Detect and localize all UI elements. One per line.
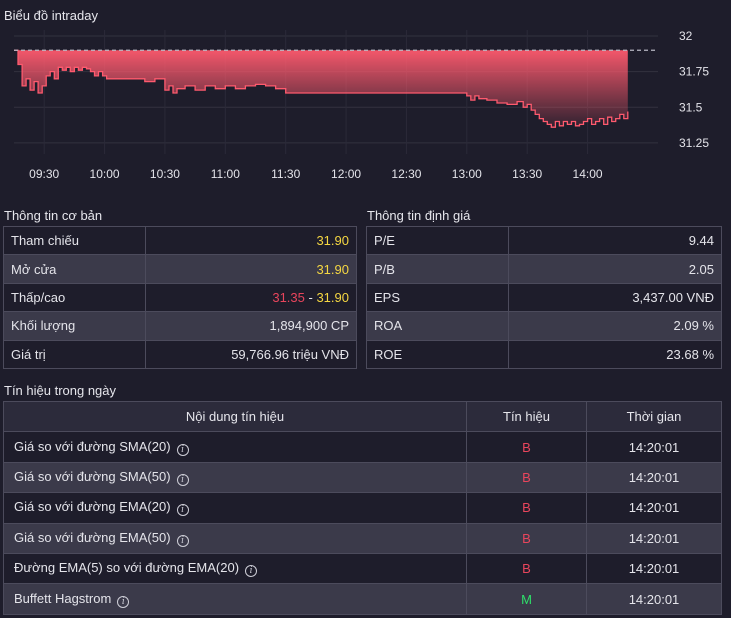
signals-table: Nội dung tín hiệu Tín hiệu Thời gian Giá…	[3, 400, 722, 615]
info-icon[interactable]: i	[117, 595, 130, 608]
signal-content: Giá so với đường SMA(50)	[14, 468, 171, 484]
intraday-chart[interactable]: 32 31.75 31.5 31.25 09:30 10:00 10:30 11:00 11:…	[0, 0, 731, 200]
row-label: Tham chiếu	[3, 225, 146, 256]
info-icon[interactable]: i	[176, 443, 189, 456]
x-tick-label: 14:00	[573, 167, 603, 181]
roe-value: 23.68 %	[508, 339, 722, 369]
y-tick-label: 32	[679, 29, 693, 43]
signals-header-row: Nội dung tín hiệu Tín hiệu Thời gian	[3, 400, 722, 433]
basic-row-low-high: Thấp/cao 31.35 - 31.90	[3, 282, 357, 313]
basic-info-title: Thông tin cơ bản	[4, 208, 103, 223]
y-tick-label: 31.75	[679, 65, 709, 79]
basic-row-value: Giá trị 59,766.96 triệu VNĐ	[3, 339, 357, 369]
header-time: Thời gian	[586, 400, 722, 433]
valuation-row-eps: EPS 3,437.00 VNĐ	[366, 282, 722, 313]
signal-content-cell: Giá so với đường SMA(50) i	[3, 461, 467, 494]
row-label: ROA	[366, 311, 509, 341]
row-label: P/E	[366, 225, 509, 256]
signal-content-cell: Đường EMA(5) so với đường EMA(20) i	[3, 552, 467, 585]
volume-value: 1,894,900 CP	[145, 311, 357, 341]
valuation-row-pb: P/B 2.05	[366, 254, 722, 284]
header-content: Nội dung tín hiệu	[3, 400, 467, 433]
valuation-row-pe: P/E 9.44	[366, 225, 722, 256]
reference-price: 31.90	[145, 225, 357, 256]
low-price: 31.35	[272, 289, 305, 305]
signal-value: B	[466, 461, 587, 494]
signal-value: B	[466, 522, 587, 554]
row-label: Mở cửa	[3, 254, 146, 284]
row-label: Thấp/cao	[3, 282, 146, 313]
basic-row-volume: Khối lượng 1,894,900 CP	[3, 311, 357, 341]
x-tick-label: 10:30	[150, 167, 180, 181]
x-tick-label: 13:30	[512, 167, 542, 181]
signal-content: Giá so với đường EMA(50)	[14, 529, 171, 545]
row-label: Khối lượng	[3, 311, 146, 341]
signal-row: Giá so với đường EMA(50) i B 14:20:01	[3, 522, 722, 554]
signal-row: Giá so với đường SMA(20) i B 14:20:01	[3, 431, 722, 463]
x-tick-label: 13:00	[452, 167, 482, 181]
signals-title: Tín hiệu trong ngày	[4, 383, 117, 398]
x-tick-label: 12:30	[391, 167, 421, 181]
pb-value: 2.05	[508, 254, 722, 284]
signal-time: 14:20:01	[586, 431, 722, 463]
signal-value: B	[466, 431, 587, 463]
signal-content-cell: Giá so với đường EMA(20) i	[3, 492, 467, 524]
low-high-separator: -	[304, 289, 317, 305]
signal-row: Giá so với đường SMA(50) i B 14:20:01	[3, 461, 722, 494]
price-area	[14, 50, 628, 128]
trade-value: 59,766.96 triệu VNĐ	[145, 339, 357, 369]
header-signal: Tín hiệu	[466, 400, 587, 433]
signal-content-cell: Buffett Hagstrom i	[3, 583, 467, 615]
signal-time: 14:20:01	[586, 461, 722, 494]
signal-time: 14:20:01	[586, 492, 722, 524]
signal-content-cell: Giá so với đường SMA(20) i	[3, 431, 467, 463]
row-label: Giá trị	[3, 339, 146, 369]
basic-row-reference: Tham chiếu 31.90	[3, 225, 357, 256]
row-label: ROE	[366, 339, 509, 369]
signal-content-cell: Giá so với đường EMA(50) i	[3, 522, 467, 554]
info-icon[interactable]: i	[176, 504, 189, 517]
pe-value: 9.44	[508, 225, 722, 256]
signal-time: 14:20:01	[586, 552, 722, 585]
signal-value: B	[466, 552, 587, 585]
signal-value: B	[466, 492, 587, 524]
signal-content: Giá so với đường EMA(20)	[14, 499, 171, 515]
y-tick-label: 31.25	[679, 136, 709, 150]
info-icon[interactable]: i	[176, 473, 189, 486]
valuation-info-table: P/E 9.44 P/B 2.05 EPS 3,437.00 VNĐ ROA 2…	[366, 225, 722, 369]
signal-row: Buffett Hagstrom i M 14:20:01	[3, 583, 722, 615]
valuation-row-roe: ROE 23.68 %	[366, 339, 722, 369]
x-tick-label: 12:00	[331, 167, 361, 181]
signal-value: M	[466, 583, 587, 615]
x-tick-label: 09:30	[29, 167, 59, 181]
signal-time: 14:20:01	[586, 522, 722, 554]
valuation-info-title: Thông tin định giá	[367, 208, 471, 223]
info-icon[interactable]: i	[176, 534, 189, 547]
signal-content: Đường EMA(5) so với đường EMA(20)	[14, 560, 240, 576]
signal-content: Giá so với đường SMA(20)	[14, 438, 171, 454]
high-price: 31.90	[316, 289, 349, 305]
eps-value: 3,437.00 VNĐ	[508, 282, 722, 313]
valuation-row-roa: ROA 2.09 %	[366, 311, 722, 341]
signal-row: Giá so với đường EMA(20) i B 14:20:01	[3, 492, 722, 524]
low-high-value: 31.35 - 31.90	[145, 282, 357, 313]
signal-row: Đường EMA(5) so với đường EMA(20) i B 14:…	[3, 552, 722, 585]
signal-time: 14:20:01	[586, 583, 722, 615]
roa-value: 2.09 %	[508, 311, 722, 341]
x-tick-label: 11:00	[211, 167, 240, 181]
open-price: 31.90	[145, 254, 357, 284]
signal-content: Buffett Hagstrom	[14, 590, 112, 606]
row-label: EPS	[366, 282, 509, 313]
info-icon[interactable]: i	[245, 565, 258, 578]
basic-info-table: Tham chiếu 31.90 Mở cửa 31.90 Thấp/cao 3…	[3, 225, 357, 369]
basic-row-open: Mở cửa 31.90	[3, 254, 357, 284]
x-tick-label: 10:00	[90, 167, 120, 181]
y-tick-label: 31.5	[679, 100, 703, 114]
row-label: P/B	[366, 254, 509, 284]
x-tick-label: 11:30	[271, 167, 300, 181]
